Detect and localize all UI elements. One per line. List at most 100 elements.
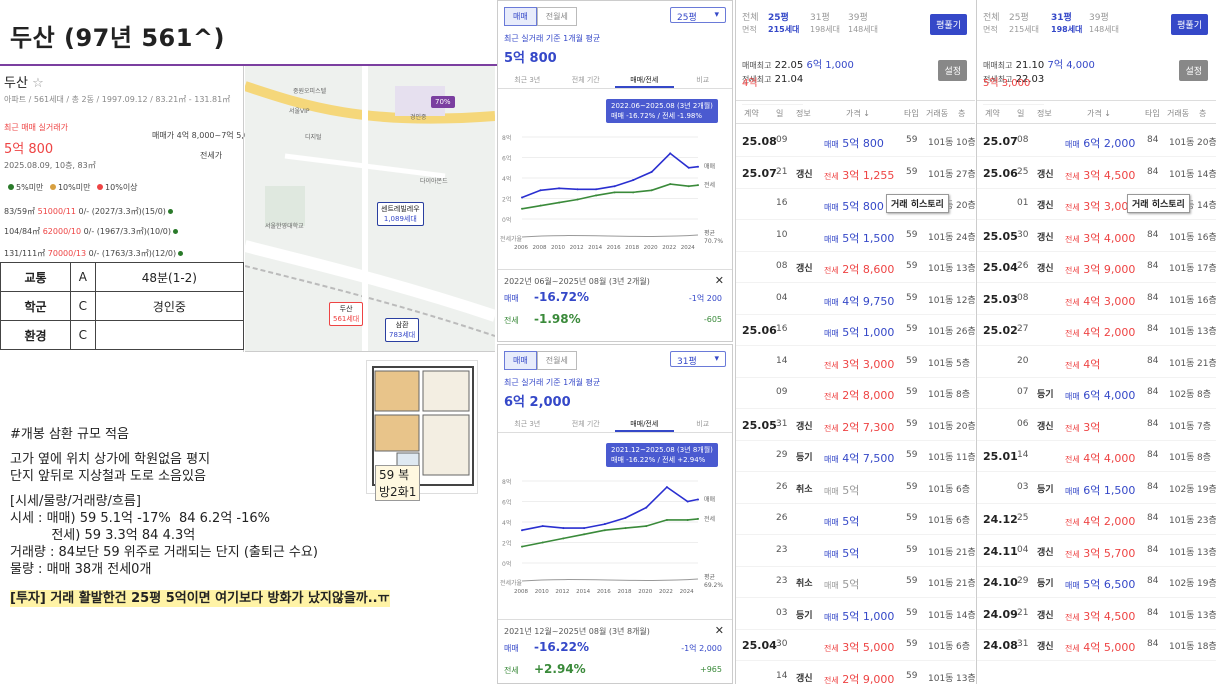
table-row[interactable]: 04 매매 4억 9,750 59 101동 12층 [736, 284, 975, 315]
table-row[interactable]: 14 갱신 전세 2억 9,000 59 101동 13층 [736, 662, 975, 685]
tab-size[interactable]: 전체 [983, 10, 1000, 23]
close-icon[interactable]: ✕ [715, 624, 724, 637]
column-header[interactable]: 가격 ↓ [1087, 108, 1111, 119]
tab-size[interactable]: 전체 [742, 10, 759, 23]
x-tick-label: 2018 [625, 245, 639, 251]
table-row[interactable]: 25.08 09 매매 5억 800 59 101동 10층 [736, 126, 975, 157]
column-header[interactable]: 거래동 [926, 108, 948, 119]
data-point [576, 188, 579, 191]
table-row[interactable]: 09 전세 2억 8,000 59 101동 8층 [736, 378, 975, 409]
tab-compare[interactable]: 비교 [674, 415, 733, 432]
column-header[interactable]: 계약 [985, 108, 1000, 119]
settings-button[interactable]: 설정 [938, 60, 967, 81]
table-row[interactable]: 23 취소 매매 5억 59 101동 21층 [736, 567, 975, 598]
status-dot-icon [173, 229, 179, 234]
tab-rent[interactable]: 전월세 [536, 351, 577, 370]
column-header[interactable]: 가격 ↓ [846, 108, 870, 119]
table-row[interactable]: 08 갱신 전세 2억 8,600 59 101동 13층 [736, 252, 975, 283]
size-select[interactable]: 31평 ▾ [670, 351, 726, 367]
table-row[interactable]: 29 등기 매매 4억 7,500 59 101동 11층 [736, 441, 975, 472]
tab-recent-3y[interactable]: 최근 3년 [498, 415, 557, 432]
size-select[interactable]: 25평 ▾ [670, 7, 726, 23]
table-row[interactable]: 24.08 31 갱신 전세 4억 5,000 84 101동 18층 [977, 630, 1216, 661]
tab-size[interactable]: 39평 [1089, 10, 1109, 23]
memo-line: 고가 옆에 위치 상가에 학원없음 평지 [10, 452, 211, 467]
map-label: 경인중 [410, 114, 427, 121]
table-row[interactable]: 24.10 29 등기 매매 5억 6,500 84 102동 19층 [977, 567, 1216, 598]
map-label: 서울한영대학교 [265, 223, 304, 230]
y-tick-label: 6억 [502, 499, 511, 507]
column-header[interactable]: 층 [1199, 108, 1206, 119]
x-tick-label: 2006 [514, 245, 528, 251]
map-canvas [245, 66, 495, 351]
map-marker-doosan[interactable]: 두산 561세대 [329, 302, 364, 326]
unfold-size-button[interactable]: 평풀기 [930, 14, 967, 35]
table-row[interactable]: 25.04 26 갱신 전세 3억 9,000 84 101동 17층 [977, 252, 1216, 283]
table-row[interactable]: 07 등기 매매 6억 4,000 84 102동 8층 [977, 378, 1216, 409]
table-row[interactable]: 25.02 27 전세 4억 2,000 84 101동 13층 [977, 315, 1216, 346]
map-marker-hanjin[interactable]: 70% [431, 96, 455, 108]
column-header[interactable]: 거래동 [1167, 108, 1189, 119]
close-icon[interactable]: ✕ [715, 274, 724, 287]
table-row[interactable]: 25.01 14 전세 4억 4,000 84 101동 8층 [977, 441, 1216, 472]
table-row[interactable]: 26 매매 5억 59 101동 6층 [736, 504, 975, 535]
size-row: 131/111㎡ 70000/13 0/- (1763/3.3㎡)(12/0) [4, 248, 184, 259]
table-row[interactable]: 03 등기 매매 6억 1,500 84 102동 19층 [977, 473, 1216, 504]
x-tick-label: 2010 [535, 589, 549, 595]
tab-all-period[interactable]: 전체 기간 [557, 71, 616, 88]
tab-sale-jeonse[interactable]: 매매/전세 [615, 71, 674, 88]
map-marker-centreville[interactable]: 센트레빌레우 1,089세대 [377, 202, 424, 226]
unfold-size-button[interactable]: 평풀기 [1171, 14, 1208, 35]
tab-all-period[interactable]: 전체 기간 [557, 415, 616, 432]
tab-size[interactable]: 39평 [848, 10, 868, 23]
price-chart-panel-31: 매매 전월세 31평 ▾ 최근 실거래 기준 1개월 평균 6억 2,000 최근… [497, 344, 733, 684]
table-row[interactable]: 03 등기 매매 5억 1,000 59 101동 14층 [736, 599, 975, 630]
tab-rent[interactable]: 전월세 [536, 7, 577, 26]
table-row[interactable]: 06 갱신 전세 3억 84 101동 7층 [977, 410, 1216, 441]
y-tick-label: 2억 [502, 540, 511, 548]
table-row[interactable]: 25.05 30 갱신 전세 3억 4,000 84 101동 16층 [977, 221, 1216, 252]
location-map[interactable]: 중원오피스텔 서울VIP 경인중 디지털 다이아몬드 서울한영대학교 센트레빌레… [245, 66, 495, 352]
x-tick-label: 2010 [551, 245, 565, 251]
table-row[interactable]: 25.04 30 전세 3억 5,000 59 101동 6층 [736, 630, 975, 661]
tab-size[interactable]: 25평 [768, 10, 789, 23]
settings-button[interactable]: 설정 [1179, 60, 1208, 81]
tab-size[interactable]: 25평 [1009, 10, 1029, 23]
table-row[interactable]: 24.11 04 갱신 전세 3억 5,700 84 101동 13층 [977, 536, 1216, 567]
column-header[interactable]: 층 [958, 108, 965, 119]
column-header[interactable]: 정보 [1037, 108, 1052, 119]
column-header[interactable]: 정보 [796, 108, 811, 119]
data-point [632, 191, 635, 194]
table-row[interactable]: 25.05 31 갱신 전세 2억 7,300 59 101동 20층 [736, 410, 975, 441]
table-row[interactable]: 26 취소 매매 5억 59 101동 6층 [736, 473, 975, 504]
column-header[interactable]: 일 [776, 108, 783, 119]
favorite-star-icon[interactable]: ☆ [32, 76, 44, 91]
map-marker-samhwan[interactable]: 삼환 783세대 [385, 318, 420, 342]
tab-size[interactable]: 31평 [810, 10, 830, 23]
tab-sale[interactable]: 매매 [504, 7, 537, 26]
tab-sale[interactable]: 매매 [504, 351, 537, 370]
column-header[interactable]: 타입 [904, 108, 919, 119]
household-count: 148세대 [848, 25, 878, 34]
table-row[interactable]: 10 매매 5억 1,500 59 101동 24층 [736, 221, 975, 252]
table-row[interactable]: 25.06 25 갱신 전세 3억 4,500 84 101동 14층 [977, 158, 1216, 189]
tab-compare[interactable]: 비교 [674, 71, 733, 88]
table-row[interactable]: 25.03 08 전세 4억 3,000 84 101동 16층 [977, 284, 1216, 315]
tab-recent-3y[interactable]: 최근 3년 [498, 71, 557, 88]
column-header[interactable]: 계약 [744, 108, 759, 119]
table-row[interactable]: 20 전세 4억 84 101동 21층 [977, 347, 1216, 378]
map-label: 중원오피스텔 [293, 88, 327, 95]
table-row[interactable]: 14 전세 3억 3,000 59 101동 5층 [736, 347, 975, 378]
table-row[interactable]: 23 매매 5억 59 101동 21층 [736, 536, 975, 567]
table-row[interactable]: 24.09 21 갱신 전세 3억 4,500 84 101동 13층 [977, 599, 1216, 630]
column-header[interactable]: 일 [1017, 108, 1024, 119]
size-row: 83/59㎡ 51000/11 0/- (2027/3.3㎡)(15/0) [4, 206, 173, 217]
table-row[interactable]: 25.06 16 매매 5억 1,000 59 101동 26층 [736, 315, 975, 346]
table-row[interactable]: 25.07 21 갱신 전세 3억 1,255 59 101동 27층 [736, 158, 975, 189]
tab-sale-jeonse[interactable]: 매매/전세 [615, 415, 674, 432]
column-header[interactable]: 타입 [1145, 108, 1160, 119]
tab-size[interactable]: 31평 [1051, 10, 1072, 23]
data-point [624, 527, 627, 530]
table-row[interactable]: 24.12 25 전세 4억 2,000 84 101동 23층 [977, 504, 1216, 535]
table-row[interactable]: 25.07 08 매매 6억 2,000 84 101동 20층 [977, 126, 1216, 157]
